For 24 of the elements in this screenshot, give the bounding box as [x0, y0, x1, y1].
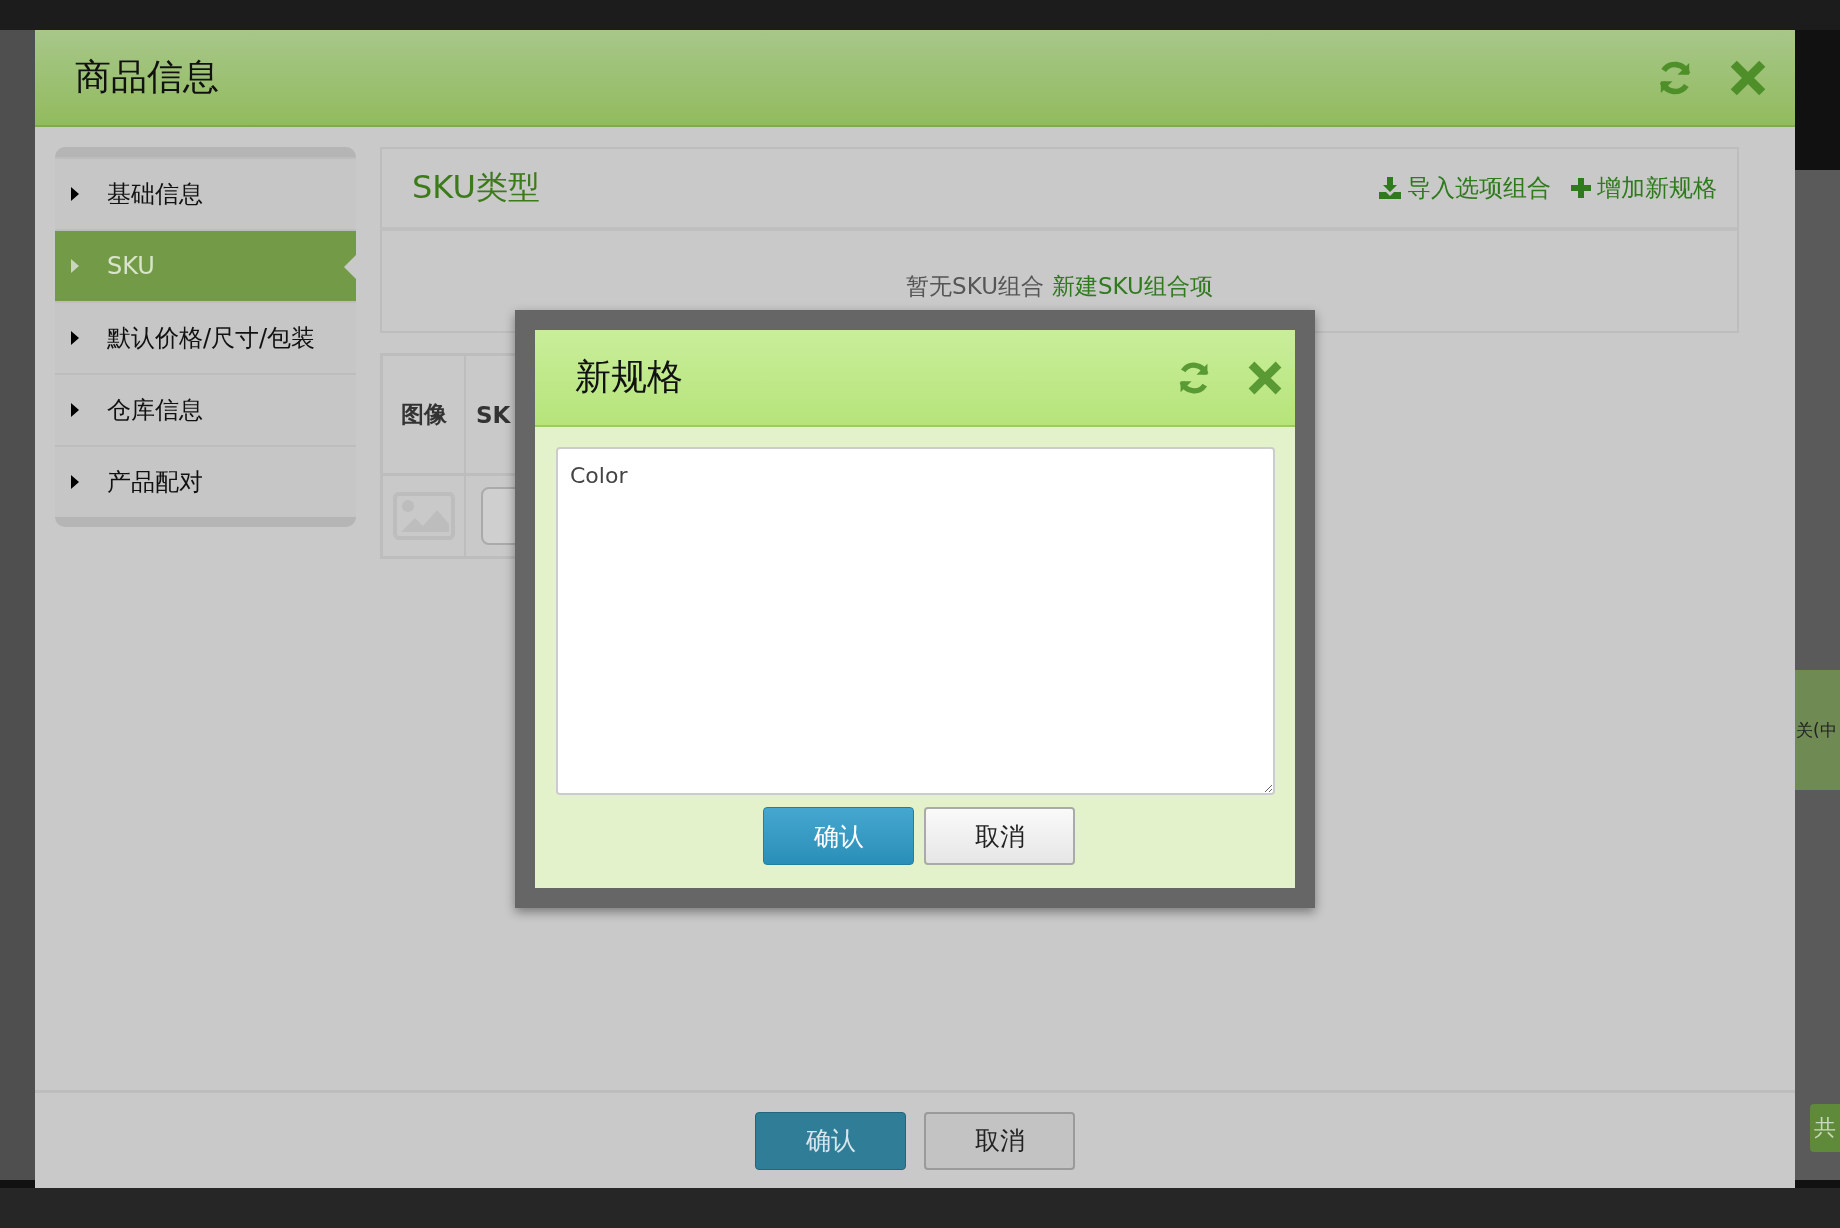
caret-icon: [71, 187, 79, 201]
close-icon: [1729, 58, 1767, 97]
cancel-button[interactable]: 取消: [924, 807, 1075, 865]
close-button[interactable]: [1247, 359, 1283, 396]
sidebar-item[interactable]: 仓库信息: [55, 373, 356, 445]
close-button[interactable]: [1729, 58, 1767, 97]
caret-icon: [71, 331, 79, 345]
column-header: 图像: [383, 356, 466, 476]
background-text: 关(中: [1795, 670, 1840, 790]
text-area[interactable]: Color: [556, 447, 1275, 795]
empty-message: 暂无SKU组合: [906, 271, 1044, 301]
caret-icon: [71, 259, 79, 273]
sidebar-item[interactable]: 产品配对: [55, 445, 356, 517]
plus-icon: [1571, 178, 1591, 198]
selection-pointer: [344, 255, 356, 279]
confirm-button[interactable]: 确认: [755, 1111, 906, 1170]
close-icon: [1247, 359, 1283, 396]
sidebar-item[interactable]: 默认价格/尺寸/包装: [55, 301, 356, 373]
download-icon: [1379, 177, 1401, 199]
panel-title: SKU类型: [412, 167, 541, 208]
caret-icon: [71, 403, 79, 417]
cancel-button[interactable]: 取消: [924, 1111, 1075, 1170]
window-title: 商品信息: [75, 55, 220, 99]
caret-icon: [71, 475, 79, 489]
